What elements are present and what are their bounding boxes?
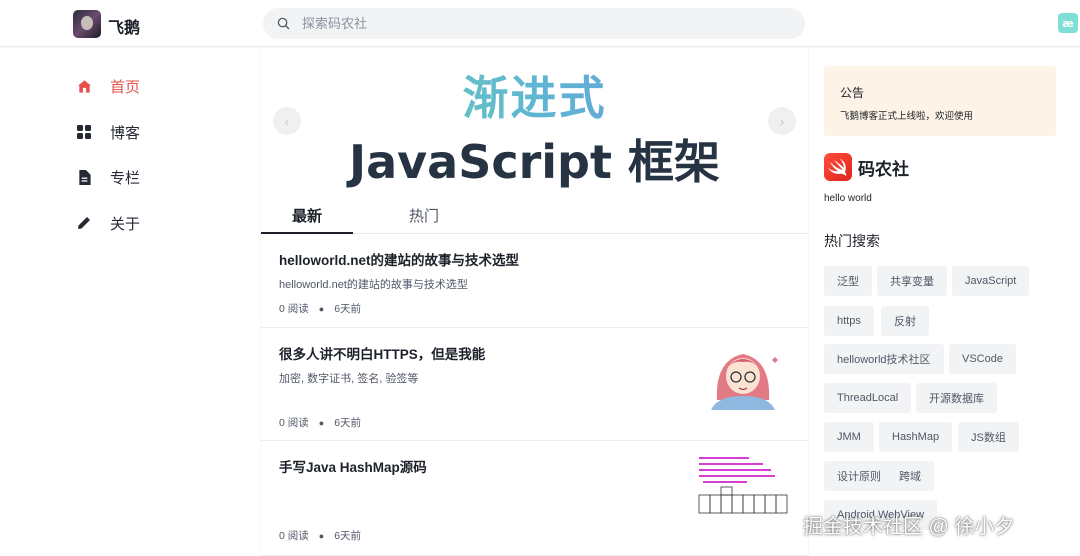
- article-item[interactable]: 手写Java HashMap源码 0 阅读 ● 6天前: [261, 441, 808, 556]
- right-sidebar: 公告 飞鹅博客正式上线啦，欢迎使用 码农社 hello world 热门搜索 泛…: [809, 48, 1080, 556]
- hot-search-tag[interactable]: JS数组: [958, 422, 1019, 452]
- nav-item-label: 关于: [110, 215, 141, 233]
- article-desc: 加密, 数字证书, 签名, 验签等: [279, 373, 419, 385]
- top-header: 飞鹅 æ: [0, 0, 1080, 47]
- pen-icon: [76, 215, 92, 231]
- hot-search-tag[interactable]: 反射: [881, 306, 929, 336]
- hot-search-tag[interactable]: https: [824, 306, 874, 336]
- hot-search-tag[interactable]: 跨域: [886, 461, 934, 491]
- grid-icon: [76, 124, 92, 140]
- meta-separator: ●: [318, 417, 325, 428]
- banner-carousel[interactable]: 渐进式 JavaScript 框架 ‹ ›: [261, 48, 808, 198]
- hot-search-tag[interactable]: JavaScript: [952, 266, 1030, 296]
- feed-tabs: 最新 热门: [261, 200, 808, 234]
- main-feed: 渐进式 JavaScript 框架 ‹ › 最新 热门 helloworld.n…: [261, 48, 808, 556]
- nav-item-blog[interactable]: 博客: [76, 120, 140, 144]
- search-input[interactable]: [302, 16, 752, 31]
- article-title[interactable]: 手写Java HashMap源码: [279, 456, 427, 476]
- tab-latest[interactable]: 最新: [292, 205, 322, 226]
- site-logo[interactable]: 码农社: [824, 153, 909, 181]
- hot-search-title: 热门搜索: [824, 233, 880, 249]
- hot-search-tag[interactable]: 泛型: [824, 266, 872, 296]
- post-time: 6天前: [334, 417, 362, 429]
- left-nav: 首页 博客 专栏 关于: [0, 48, 260, 556]
- hot-search-tag[interactable]: 开源数据库: [916, 383, 997, 413]
- article-meta: 0 阅读 ● 6天前: [279, 301, 361, 316]
- article-title[interactable]: helloworld.net的建站的故事与技术选型: [279, 249, 519, 269]
- meta-separator: ●: [318, 303, 325, 314]
- nav-item-home[interactable]: 首页: [76, 74, 140, 98]
- tab-hot[interactable]: 热门: [409, 205, 439, 226]
- hot-search-tag[interactable]: 共享变量: [877, 266, 947, 296]
- article-meta: 0 阅读 ● 6天前: [279, 415, 361, 430]
- nav-item-label: 首页: [110, 78, 141, 96]
- read-count: 0 阅读: [279, 303, 309, 315]
- search-bar[interactable]: [263, 8, 805, 39]
- nav-item-column[interactable]: 专栏: [76, 165, 140, 189]
- nav-item-label: 博客: [110, 124, 141, 142]
- hot-search-tag[interactable]: VSCode: [949, 344, 1016, 374]
- hot-search-tag[interactable]: JMM: [824, 422, 874, 452]
- article-desc: helloworld.net的建站的故事与技术选型: [279, 279, 468, 291]
- article-title[interactable]: 很多人讲不明白HTTPS，但是我能: [279, 343, 485, 363]
- banner-subheadline: JavaScript 框架: [349, 135, 720, 189]
- hot-search-tag[interactable]: ThreadLocal: [824, 383, 912, 413]
- site-name: 码农社: [858, 159, 909, 179]
- file-icon: [76, 169, 92, 185]
- hot-search-tag[interactable]: helloworld技术社区: [824, 344, 944, 374]
- notice-card: 公告 飞鹅博客正式上线啦，欢迎使用: [824, 66, 1056, 136]
- post-time: 6天前: [334, 303, 362, 315]
- notice-title: 公告: [840, 86, 865, 100]
- read-count: 0 阅读: [279, 530, 309, 542]
- swift-bird-icon: [824, 153, 852, 181]
- watermark: 掘金技术社区 @ 徐小夕: [803, 516, 1015, 538]
- carousel-next-button[interactable]: ›: [768, 107, 796, 135]
- notice-body: 飞鹅博客正式上线啦，欢迎使用: [840, 111, 974, 122]
- anime-girl-thumbnail[interactable]: [697, 340, 789, 410]
- site-slogan: hello world: [824, 193, 872, 204]
- hot-search-tag[interactable]: 设计原则: [824, 461, 894, 491]
- hashmap-diagram-thumbnail[interactable]: [697, 453, 789, 523]
- read-count: 0 阅读: [279, 417, 309, 429]
- nav-item-about[interactable]: 关于: [76, 211, 140, 235]
- post-time: 6天前: [334, 530, 362, 542]
- article-meta: 0 阅读 ● 6天前: [279, 528, 361, 543]
- search-icon: [277, 17, 290, 30]
- article-item[interactable]: helloworld.net的建站的故事与技术选型 helloworld.net…: [261, 234, 808, 328]
- corner-badge-icon[interactable]: æ: [1058, 13, 1078, 33]
- brand-name[interactable]: 飞鹅: [108, 14, 140, 38]
- site-logo-avatar[interactable]: [73, 10, 101, 38]
- banner-headline: 渐进式: [261, 62, 808, 128]
- hot-search-tag[interactable]: HashMap: [879, 422, 953, 452]
- carousel-prev-button[interactable]: ‹: [273, 107, 301, 135]
- meta-separator: ●: [318, 530, 325, 541]
- home-icon: [76, 78, 92, 94]
- article-item[interactable]: 很多人讲不明白HTTPS，但是我能 加密, 数字证书, 签名, 验签等 0 阅读…: [261, 328, 808, 441]
- nav-item-label: 专栏: [110, 169, 141, 187]
